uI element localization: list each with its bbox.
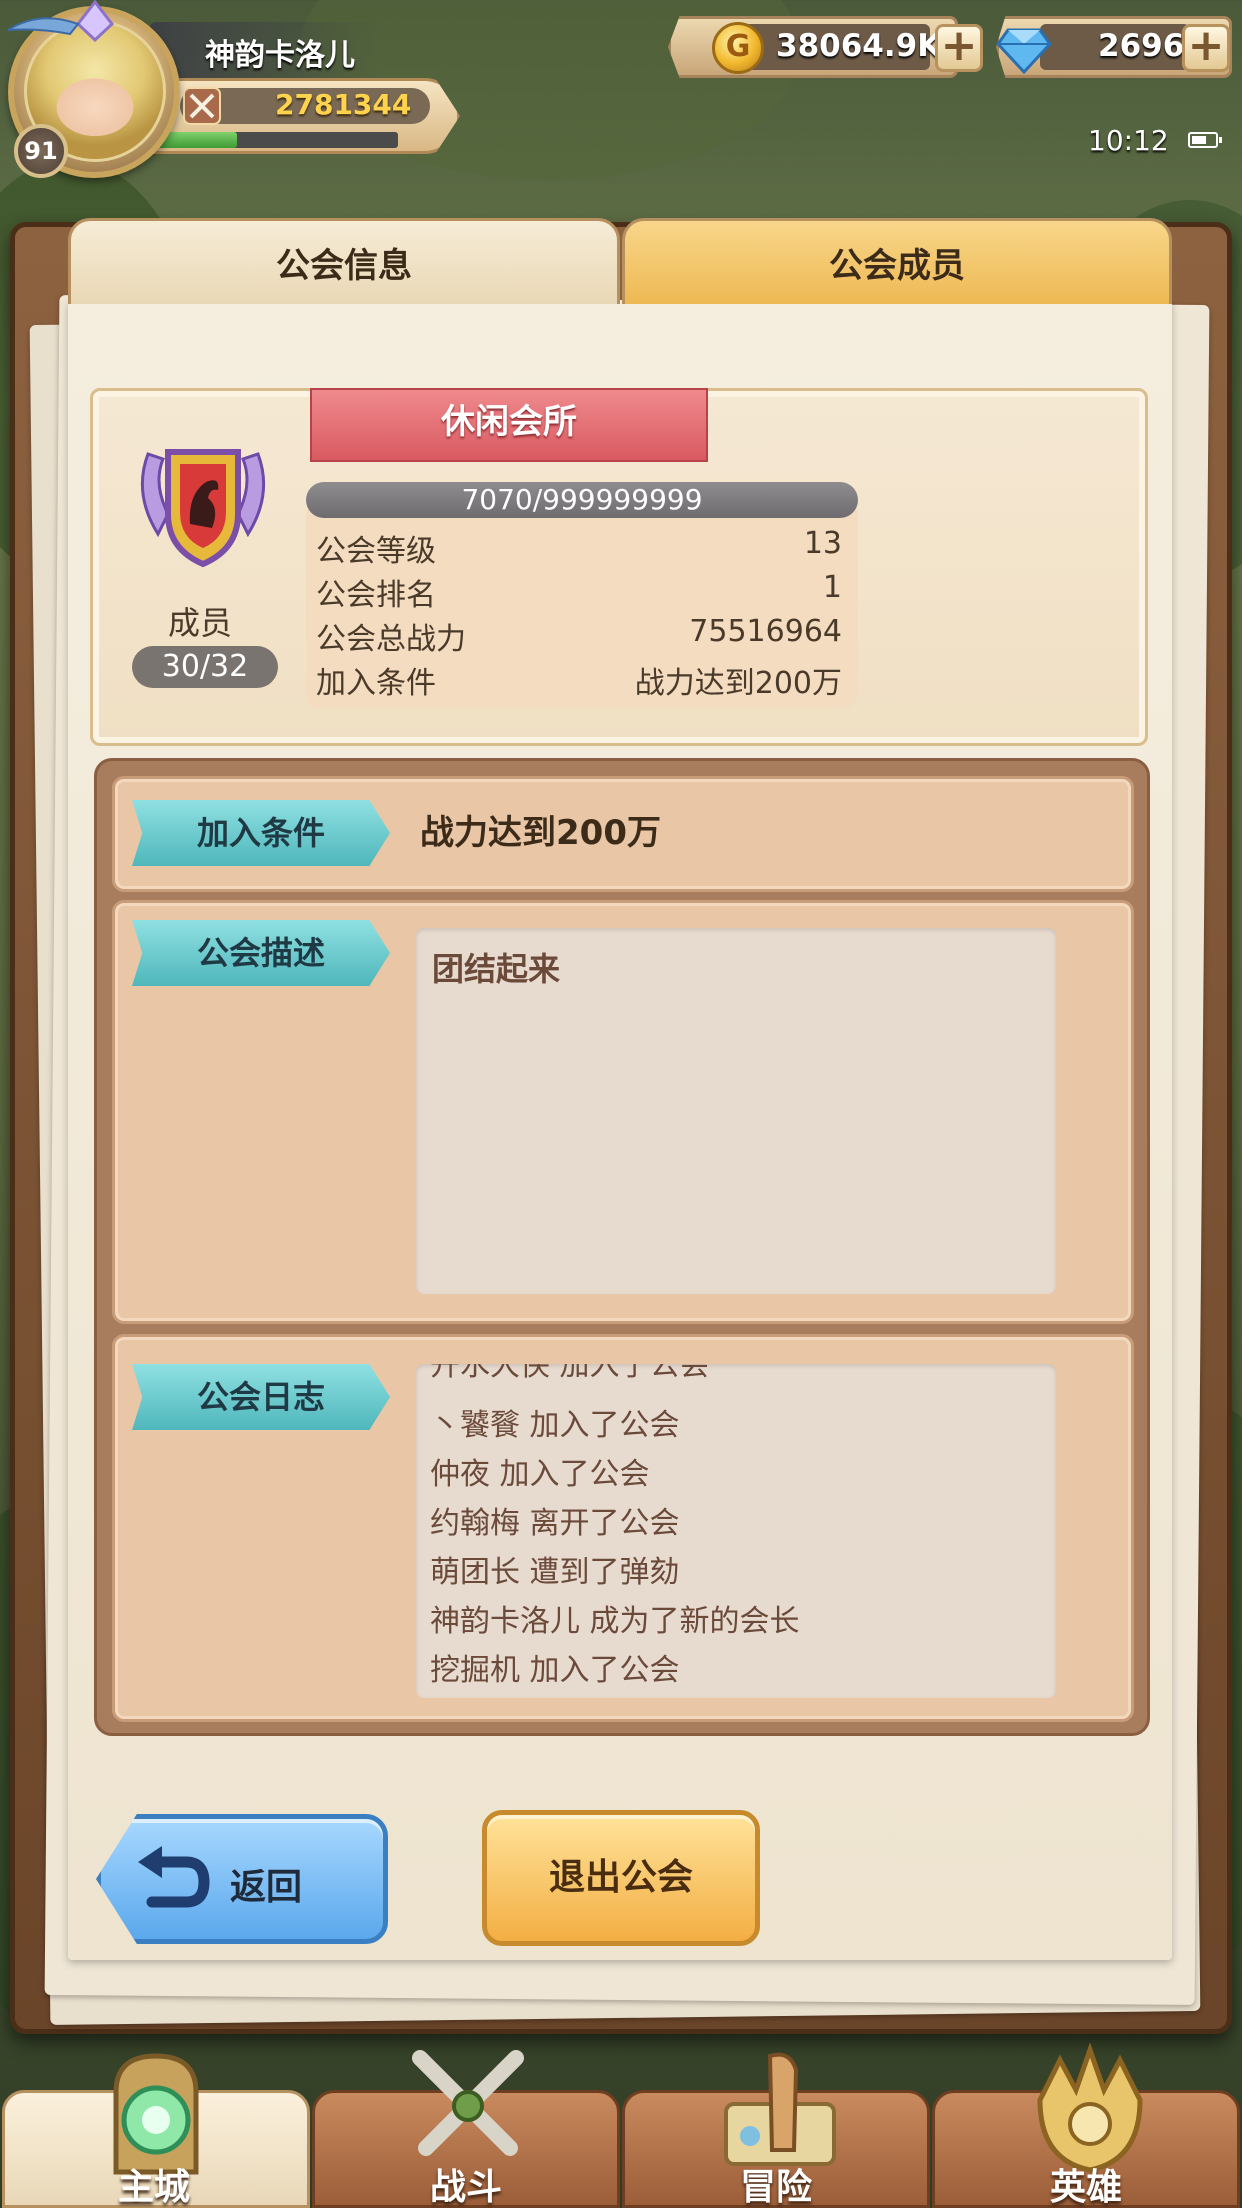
- status-clock: 10:12: [1088, 124, 1169, 157]
- log-line: 挖掘机 加入了公会: [430, 1653, 680, 1688]
- level-badge: 91: [14, 124, 68, 178]
- nav-label-battle: 战斗: [430, 2167, 503, 2208]
- back-button-label: 返回: [230, 1867, 303, 1908]
- add-diamond-button[interactable]: +: [1182, 24, 1230, 72]
- stat-value-total-power: 75516964: [689, 614, 842, 649]
- stat-label-join-condition: 加入条件: [316, 666, 436, 701]
- diamond-amount: 2696: [1098, 28, 1185, 64]
- guild-description-text: 团结起来: [432, 950, 561, 988]
- log-line-partial: 开水大侠 加入了公会: [430, 1364, 710, 1383]
- gold-amount: 38064.9K: [776, 28, 942, 64]
- members-label: 成员: [168, 604, 233, 642]
- stat-label-total-power: 公会总战力: [316, 622, 466, 657]
- avatar-crest-icon: [7, 0, 115, 43]
- stat-label-level: 公会等级: [316, 534, 436, 569]
- log-line: 神韵卡洛儿 成为了新的会长: [430, 1604, 800, 1639]
- tab-guild-info[interactable]: 公会信息: [68, 218, 620, 304]
- nav-label-main-city: 主城: [118, 2167, 191, 2208]
- quit-guild-button[interactable]: 退出公会: [482, 1810, 760, 1946]
- stat-value-level: 13: [803, 526, 842, 561]
- log-line: 约翰梅 离开了公会: [430, 1506, 680, 1541]
- join-condition-value: 战力达到200万: [420, 813, 661, 853]
- guild-name-ribbon: 休闲会所: [310, 388, 708, 462]
- gold-coin-icon: G: [712, 22, 764, 74]
- log-line: 萌团长 遭到了弹劾: [430, 1555, 680, 1590]
- members-count: 30/32: [132, 646, 278, 688]
- stat-value-rank: 1: [822, 570, 842, 605]
- log-line: 丶饕餮 加入了公会: [430, 1408, 680, 1443]
- add-gold-button[interactable]: +: [935, 24, 983, 72]
- nav-label-adventure: 冒险: [740, 2167, 813, 2208]
- tab-guild-members[interactable]: 公会成员: [622, 218, 1172, 304]
- guild-emblem-icon: [140, 449, 266, 568]
- guild-description-tag: 公会描述: [132, 920, 390, 986]
- player-name: 神韵卡洛儿: [205, 38, 355, 73]
- guild-log-tag: 公会日志: [132, 1364, 390, 1430]
- join-condition-tag: 加入条件: [132, 800, 390, 866]
- diamond-icon: [996, 28, 1052, 75]
- log-line: 仲夜 加入了公会: [430, 1457, 650, 1492]
- exp-fill: [158, 132, 237, 148]
- crossed-swords-icon: [183, 87, 221, 125]
- nav-label-heroes: 英雄: [1050, 2167, 1123, 2208]
- stat-label-rank: 公会排名: [316, 578, 436, 613]
- crossed-swords-nav-icon: [412, 2050, 524, 2156]
- power-value: 2781344: [275, 88, 412, 121]
- guild-exp: 7070/999999999: [306, 482, 858, 518]
- stat-value-join-condition: 战力达到200万: [634, 666, 842, 701]
- battery-icon: [1188, 132, 1222, 148]
- return-arrow-icon: [138, 1846, 210, 1908]
